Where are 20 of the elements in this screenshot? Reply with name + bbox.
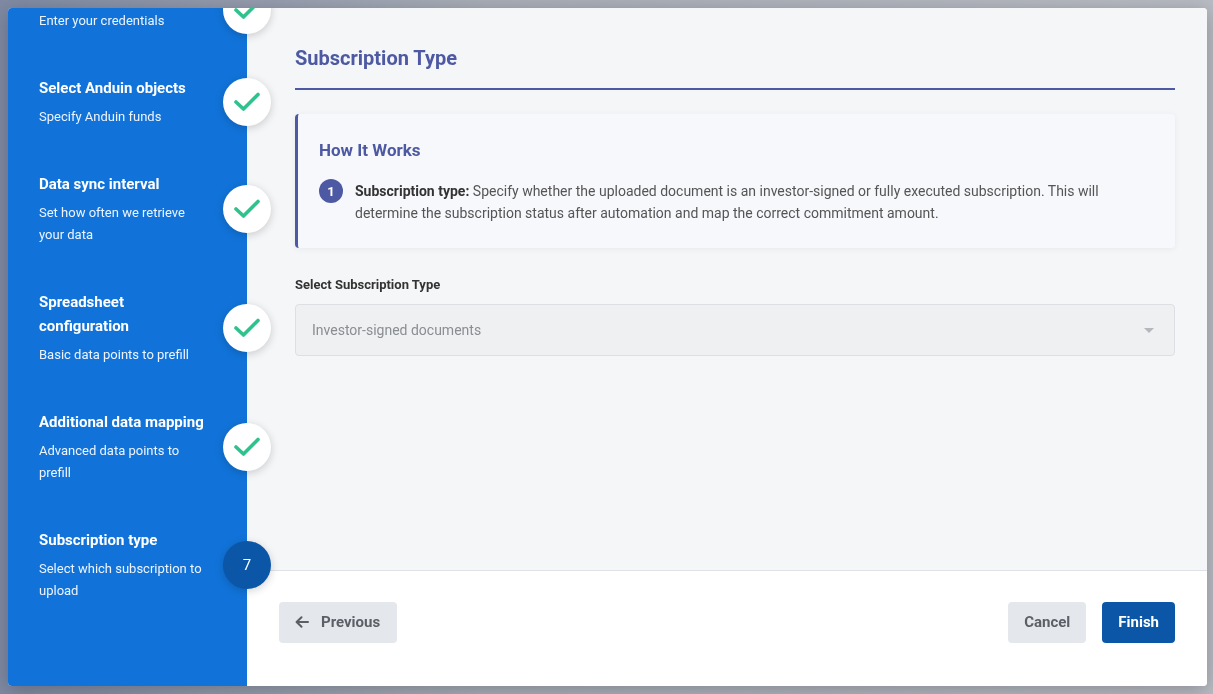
previous-button[interactable]: Previous [279,601,398,643]
section-title: Subscription Type [295,44,1175,90]
info-text: Subscription type: Specify whether the uploaded document is an investor-signed or fully executed subscription. This will determine the subscription status after automation and map the correct commitment amount. [355,182,1100,223]
field-label: Select Subscription Type [295,276,442,294]
info-heading: How It Works [319,139,422,162]
finish-button[interactable]: Finish [1102,601,1175,643]
step-description: Advanced data points to prefill [39,442,181,482]
step-title: Spreadsheet configuration [39,292,130,337]
step-title: Data sync interval [39,174,161,195]
step-description: Select which subscription to upload [39,560,203,600]
step-description: Set how often we retrieve your data [39,204,186,244]
step-description: Enter your credentials [39,12,166,30]
step-description: Specify Anduin funds [39,108,163,126]
cancel-button[interactable]: Cancel [1008,601,1087,643]
step-description: Basic data points to prefill [39,346,191,364]
step-title: Subscription type [39,530,159,551]
step-number-circle: 7 [223,541,271,589]
step-number-badge: 1 [319,179,343,203]
step-title: Select Anduin objects [39,78,187,99]
step-title: Additional data mapping [39,412,205,433]
